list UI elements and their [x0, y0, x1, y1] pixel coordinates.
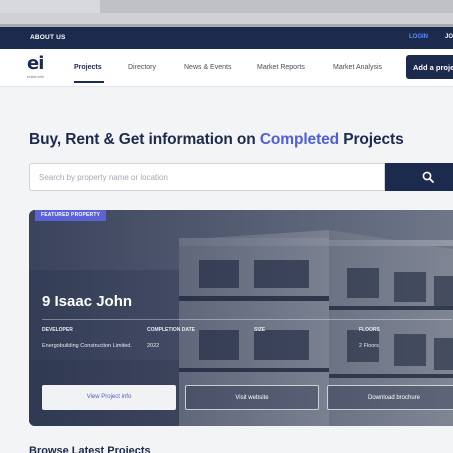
title-suffix: Projects: [339, 131, 404, 148]
logo-mark: ei: [27, 53, 44, 74]
floors-label: FLOORS: [359, 327, 380, 333]
nav-item-news-events[interactable]: News & Events: [184, 64, 231, 71]
login-link[interactable]: LOGIN: [409, 34, 428, 40]
about-us-link[interactable]: ABOUT US: [30, 34, 66, 41]
search-input[interactable]: [29, 163, 385, 191]
latest-projects-heading: Browse Latest Projects: [29, 445, 151, 453]
featured-badge: FEATURED PROPERTY: [35, 210, 107, 221]
browser-tab[interactable]: [100, 0, 453, 13]
featured-property-card[interactable]: FEATURED PROPERTY 9 Isaac John DEVELOPER…: [29, 210, 453, 426]
utility-bar: ABOUT US LOGIN JO: [0, 27, 453, 49]
visit-website-button[interactable]: Visit website: [185, 385, 319, 410]
floors-value: 2 Floors: [359, 343, 379, 349]
nav-item-directory[interactable]: Directory: [128, 64, 156, 71]
search-bar: [29, 163, 453, 191]
project-name: 9 Isaac John: [42, 293, 133, 310]
website: ABOUT US LOGIN JO ei estate intel Projec…: [0, 27, 453, 453]
join-link[interactable]: JO: [445, 34, 453, 40]
active-nav-indicator: [74, 81, 104, 83]
logo[interactable]: ei estate intel: [27, 53, 57, 83]
nav-item-market-analysis[interactable]: Market Analysis: [333, 64, 382, 71]
add-project-button[interactable]: Add a project: [406, 55, 453, 79]
nav-item-projects[interactable]: Projects: [74, 64, 102, 71]
search-button[interactable]: [385, 163, 453, 191]
nav-item-market-reports[interactable]: Market Reports: [257, 64, 305, 71]
main-nav: ei estate intel Projects Directory News …: [0, 49, 453, 87]
completion-date-value: 2022: [147, 343, 160, 349]
page-title: Buy, Rent & Get information on Completed…: [29, 131, 404, 149]
browser-chrome: [0, 0, 453, 27]
title-prefix: Buy, Rent & Get information on: [29, 131, 260, 148]
download-brochure-button[interactable]: Download brochure: [327, 385, 453, 410]
title-highlight: Completed: [259, 131, 340, 148]
developer-label: DEVELOPER: [42, 327, 73, 333]
logo-tagline: estate intel: [27, 75, 44, 79]
search-icon: [422, 171, 434, 183]
developer-value: Energobuilding Construction Limited.: [42, 343, 132, 349]
size-label: SIZE: [254, 327, 266, 333]
completion-date-label: COMPLETION DATE: [147, 327, 195, 333]
card-divider: [42, 319, 452, 320]
view-project-info-button[interactable]: View Project info: [42, 385, 176, 410]
